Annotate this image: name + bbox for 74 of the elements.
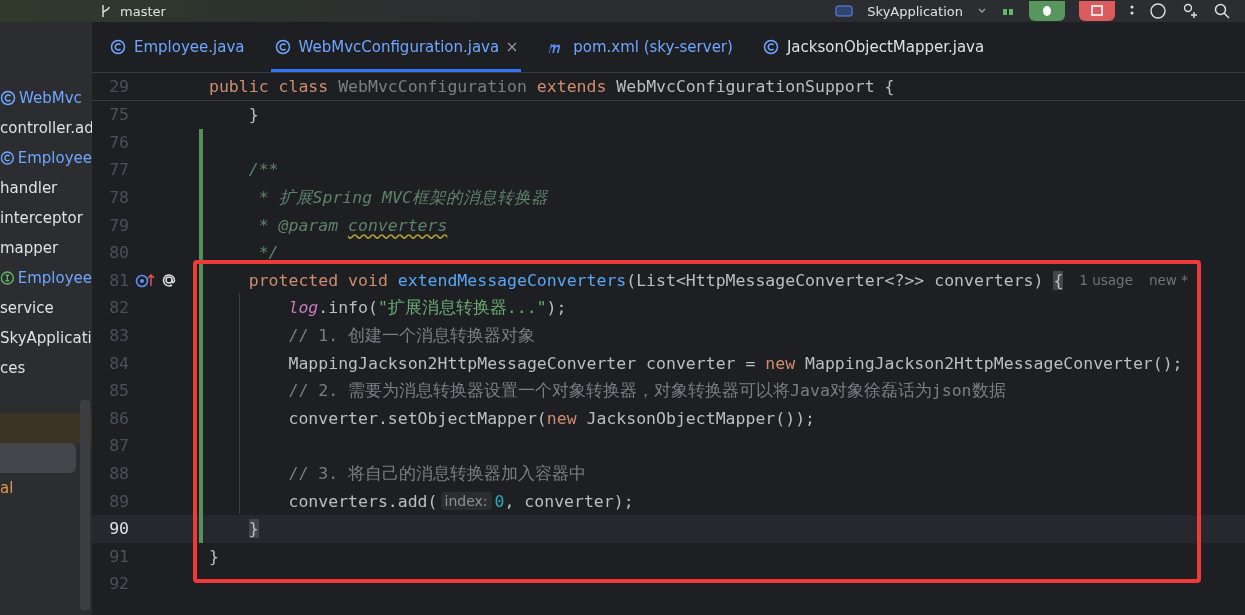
override-icon[interactable]: [135, 272, 157, 289]
code-token: protected: [248, 270, 340, 290]
tree-item[interactable]: SkyApplicati: [0, 323, 92, 353]
parameter-hint: index:: [440, 492, 492, 511]
close-icon[interactable]: [507, 42, 518, 52]
tree-item[interactable]: controller.ad: [0, 113, 92, 143]
bug-icon: [1040, 5, 1054, 17]
code-token: converters.add(: [288, 491, 438, 511]
code-token: MappingJackson2HttpMessageConverter();: [805, 353, 1183, 373]
editor-tab[interactable]: JacksonObjectMapper.java: [758, 22, 989, 72]
tree-item[interactable]: service: [0, 293, 92, 323]
account-icon[interactable]: [1149, 2, 1167, 20]
add-user-icon[interactable]: [1181, 2, 1199, 20]
code-token: MappingJackson2HttpMessageConverter converter =: [288, 353, 757, 373]
code-token: JacksonObjectMapper());: [586, 408, 815, 428]
code-token: converter.setObjectMapper(: [288, 408, 547, 428]
code-token: */: [258, 243, 279, 263]
code-token: }: [248, 519, 259, 539]
code-token: * 扩展Spring MVC框架的消息转换器: [258, 186, 548, 209]
tree-item[interactable]: WebMvc: [0, 83, 92, 113]
inlay-hint[interactable]: new *: [1148, 272, 1188, 289]
code-token: (List<HttpMessageConverter<?>> converters): [626, 270, 1045, 290]
code-token: extendMessageConverters: [397, 270, 627, 290]
code-token: class: [278, 77, 330, 96]
run-config-icon: [835, 5, 854, 17]
editor-tab[interactable]: pom.xml (sky-server): [543, 22, 737, 72]
code-token: "扩展消息转换器...": [377, 296, 547, 319]
code-token: WebMvcConfiguration: [338, 77, 528, 96]
code-token: // 2. 需要为消息转换器设置一个对象转换器，对象转换器可以将Java对象徐磊话为json数据: [288, 379, 1006, 402]
code-token: );: [546, 298, 567, 318]
tree-item[interactable]: handler: [0, 173, 92, 203]
tree-item[interactable]: Employee: [0, 263, 92, 293]
code-token: {: [1053, 270, 1064, 290]
tree-item[interactable]: interceptor: [0, 203, 92, 233]
class-icon: [274, 39, 291, 55]
inlay-hint[interactable]: 1 usage: [1079, 272, 1133, 289]
branch-icon: [100, 4, 112, 18]
branch-name[interactable]: master: [120, 3, 166, 19]
code-token: WebMvcConfigurationSupport {: [616, 77, 895, 96]
code-token: }: [248, 105, 259, 125]
tree-item[interactable]: mapper: [0, 233, 92, 263]
tree-item[interactable]: Employee: [0, 143, 92, 173]
code-token: new: [546, 408, 578, 428]
code-token: log: [288, 298, 319, 318]
class-icon: [762, 39, 779, 55]
class-icon: [110, 39, 126, 55]
code-token: // 1. 创建一个消息转换器对象: [288, 324, 536, 347]
tree-item[interactable]: al: [0, 473, 92, 503]
debug-button[interactable]: [1029, 1, 1065, 21]
code-token: * @param: [258, 215, 340, 235]
code-token: /**: [248, 160, 279, 180]
code-token: .info(: [318, 298, 378, 318]
class-icon: [0, 90, 16, 106]
stop-icon: [1090, 5, 1104, 17]
interface-icon: [0, 270, 15, 286]
search-icon[interactable]: [1213, 2, 1231, 20]
line-number: 90: [108, 519, 129, 539]
code-token: // 3. 将自己的消息转换器加入容器中: [288, 462, 587, 485]
class-icon: [0, 150, 15, 166]
code-token: }: [209, 546, 219, 566]
editor-tab[interactable]: Employee.java: [106, 22, 249, 72]
code-token: public: [209, 77, 270, 96]
code-token: extends: [536, 77, 608, 96]
code-token: new: [765, 353, 797, 373]
run-configuration[interactable]: SkyApplication: [867, 3, 963, 19]
stop-button[interactable]: [1079, 1, 1115, 21]
annotation-icon[interactable]: [161, 272, 177, 289]
code-token: void: [348, 270, 389, 290]
tree-item[interactable]: ces: [0, 353, 92, 383]
scrollbar[interactable]: [80, 400, 90, 610]
code-token: , converter);: [504, 491, 634, 511]
editor-tab[interactable]: WebMvcConfiguration.java: [270, 22, 522, 72]
warning-text: converters: [348, 215, 448, 235]
code-token: 0: [494, 491, 505, 511]
